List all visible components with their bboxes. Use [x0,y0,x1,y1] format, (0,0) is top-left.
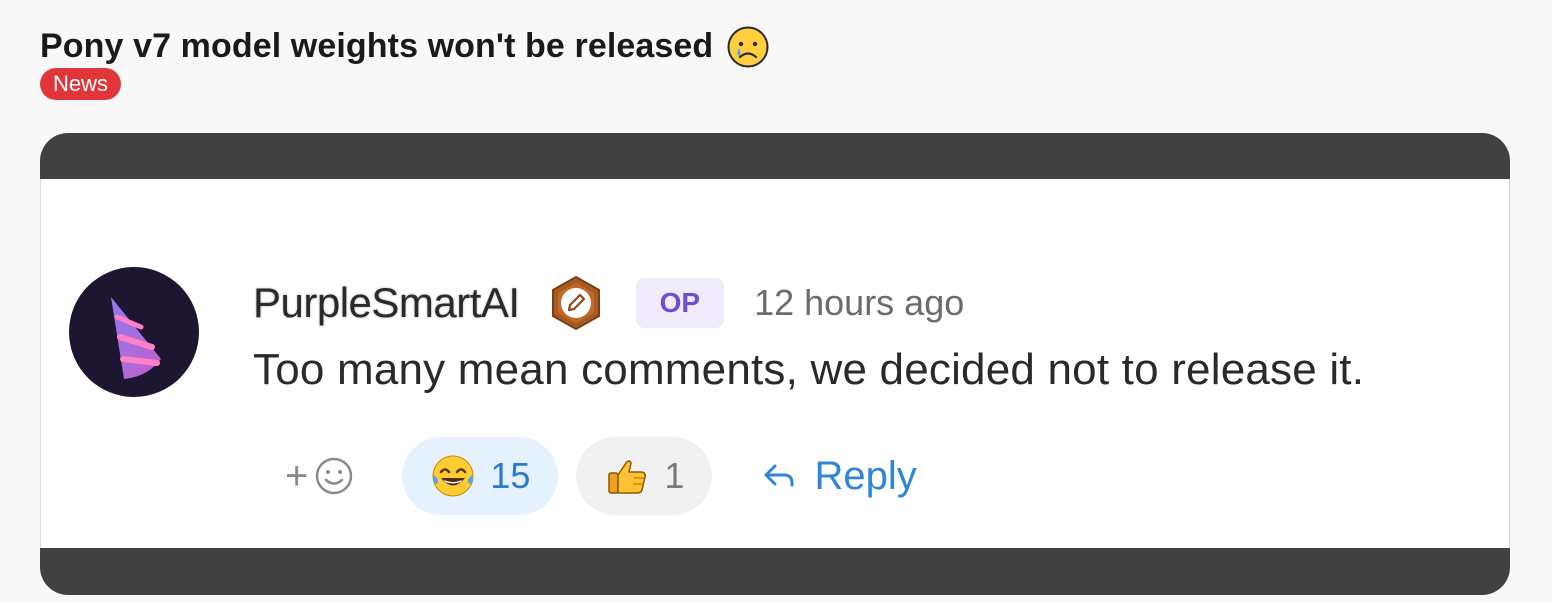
post-title-text: Pony v7 model weights won't be released [40,27,714,66]
plus-icon: + [285,454,309,498]
crying-face-icon [727,26,769,68]
add-emoji-icon [316,457,353,495]
post-title: Pony v7 model weights won't be released [40,25,769,69]
news-tag[interactable]: News [40,68,122,100]
add-reaction-button[interactable]: + [285,446,354,506]
screenshot-image: PurpleSmartAI OP 12 hours ago Too many m… [40,133,1510,595]
comment-card: PurpleSmartAI OP 12 hours ago Too many m… [40,179,1510,548]
reaction-count: 15 [490,455,531,496]
reaction-thumbs-up-button[interactable]: 1 [576,437,713,515]
comment-actions: + 15 1 Reply [285,437,917,515]
timestamp[interactable]: 12 hours ago [754,282,964,324]
reply-button[interactable]: Reply [760,453,917,499]
unicorn-horn-icon [111,297,161,379]
avatar[interactable] [69,267,199,397]
thumbs-up-icon [608,460,647,494]
tears-of-joy-icon [432,455,474,497]
reply-label: Reply [814,453,917,498]
reaction-count: 1 [664,455,685,496]
reply-arrow-icon [764,464,794,487]
pencil-hexagon-badge-icon [551,275,600,331]
comment-text: Too many mean comments, we decided not t… [253,345,1365,394]
comment-header: PurpleSmartAI OP 12 hours ago [253,275,964,331]
reaction-laugh-button[interactable]: 15 [402,437,559,515]
username[interactable]: PurpleSmartAI [253,279,520,327]
op-badge: OP [635,278,725,328]
